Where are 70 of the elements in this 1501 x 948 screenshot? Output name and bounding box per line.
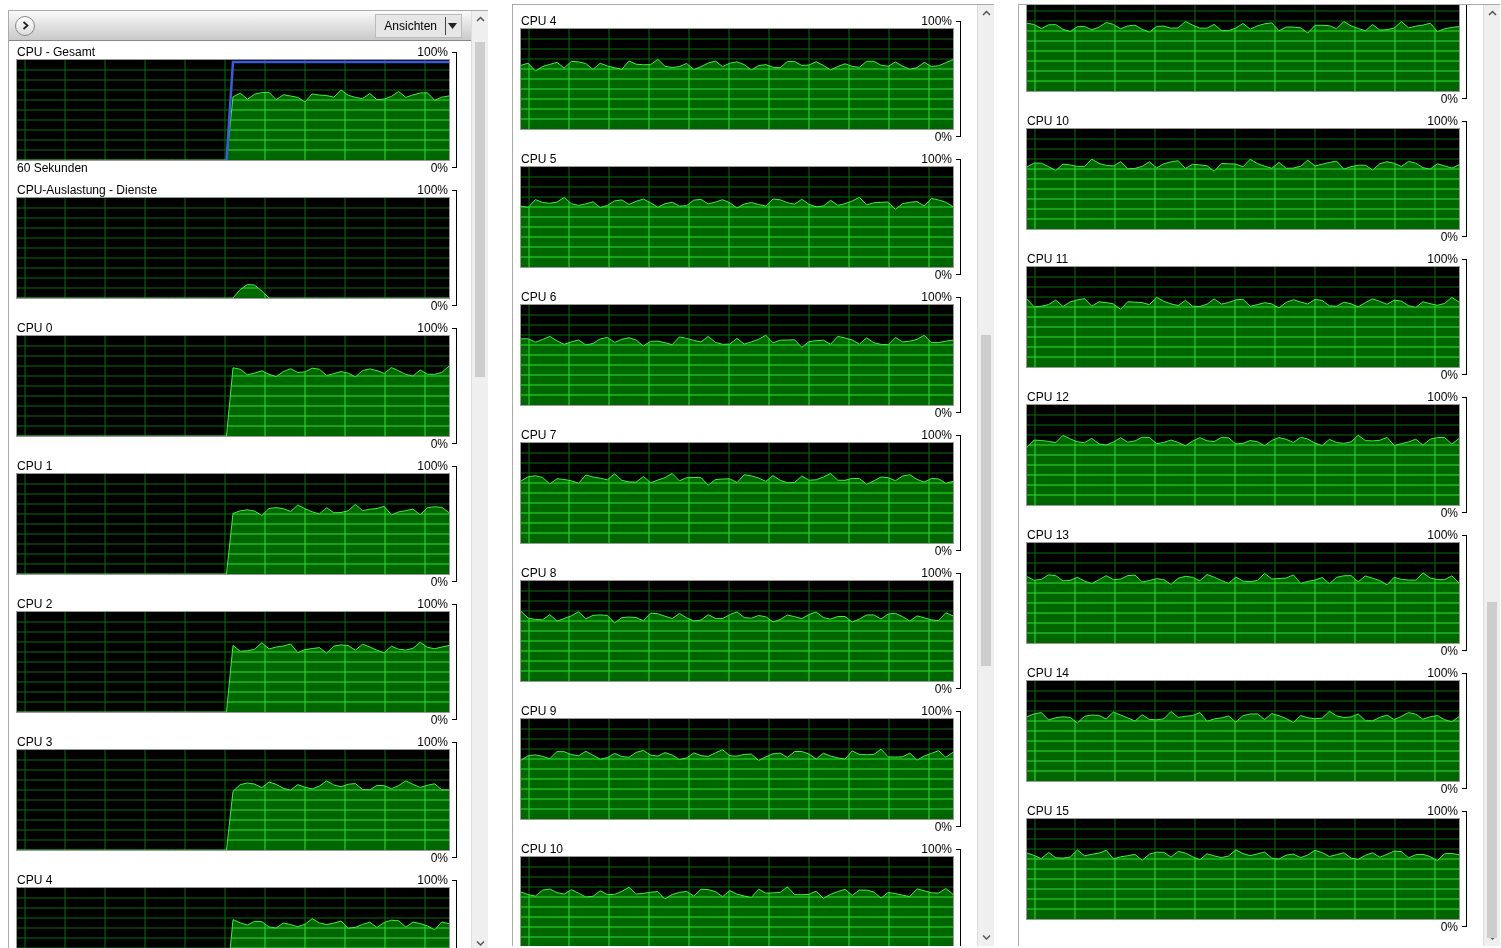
min-label: 0% [934, 820, 953, 834]
max-label: 100% [921, 428, 953, 442]
min-label: 0% [430, 161, 449, 175]
graph-title: CPU 14 [1027, 666, 1070, 680]
min-label: 0% [1440, 920, 1459, 934]
max-label: 100% [921, 152, 953, 166]
time-span-label: 60 Sekunden [17, 161, 88, 175]
caret-down-icon [448, 22, 457, 29]
min-label: 0% [430, 851, 449, 865]
graph-title: CPU 5 [521, 152, 557, 166]
min-label: 0% [1440, 92, 1459, 106]
graph-title: CPU 13 [1027, 528, 1070, 542]
max-label: 100% [1427, 390, 1459, 404]
scrollbar-thumb[interactable] [475, 41, 485, 378]
chevron-up-icon [475, 16, 485, 23]
min-label: 0% [934, 406, 953, 420]
max-label: 100% [1427, 666, 1459, 680]
max-label: 100% [417, 597, 449, 611]
scrollbar-thumb[interactable] [981, 334, 991, 666]
min-label: 0% [934, 544, 953, 558]
graph-title: CPU-Auslastung - Dienste [17, 183, 158, 197]
max-label: 100% [1427, 528, 1459, 542]
graph-title: CPU 11 [1027, 252, 1069, 266]
max-label: 100% [1427, 114, 1459, 128]
min-label: 0% [1440, 644, 1459, 658]
min-label: 0% [934, 130, 953, 144]
min-label: 0% [1440, 782, 1459, 796]
graph-title: CPU 12 [1027, 390, 1070, 404]
max-label: 100% [921, 566, 953, 580]
graph-title: CPU 4 [521, 14, 557, 28]
min-label: 0% [1440, 230, 1459, 244]
graph-title: CPU 7 [521, 428, 557, 442]
graph-title: CPU 3 [17, 735, 53, 749]
min-label: 0% [1440, 506, 1459, 520]
min-label: 0% [430, 575, 449, 589]
max-label: 100% [417, 735, 449, 749]
max-label: 100% [1427, 252, 1459, 266]
min-label: 0% [1440, 368, 1459, 382]
max-label: 100% [921, 704, 953, 718]
min-label: 0% [934, 268, 953, 282]
max-label: 100% [417, 873, 449, 887]
min-label: 0% [430, 713, 449, 727]
max-label: 100% [417, 459, 449, 473]
max-label: 100% [921, 14, 953, 28]
graph-title: CPU 15 [1027, 804, 1070, 818]
chevron-up-icon [981, 10, 991, 17]
max-label: 100% [1427, 804, 1459, 818]
graph-title: CPU 10 [521, 842, 564, 856]
graph-title: CPU - Gesamt [17, 45, 95, 59]
min-label: 0% [934, 682, 953, 696]
min-label: 0% [430, 299, 449, 313]
min-label: 0% [430, 437, 449, 451]
graph-title: CPU 10 [1027, 114, 1070, 128]
max-label: 100% [417, 321, 449, 335]
max-label: 100% [417, 45, 449, 59]
graph-title: CPU 0 [17, 321, 53, 335]
scrollbar-thumb[interactable] [1487, 602, 1497, 939]
graph-title: CPU 6 [521, 290, 557, 304]
chevron-up-icon [1487, 10, 1497, 17]
graph-title: CPU 2 [17, 597, 53, 611]
graph-title: CPU 9 [521, 704, 557, 718]
max-label: 100% [417, 183, 449, 197]
graph-title: CPU 8 [521, 566, 557, 580]
graph-title: CPU 4 [17, 873, 53, 887]
views-dropdown-button[interactable]: Ansichten [375, 13, 462, 38]
max-label: 100% [921, 842, 953, 856]
chevron-right-icon [21, 21, 29, 30]
expand-button[interactable] [15, 15, 35, 36]
graph-title: CPU 1 [17, 459, 53, 473]
max-label: 100% [921, 290, 953, 304]
